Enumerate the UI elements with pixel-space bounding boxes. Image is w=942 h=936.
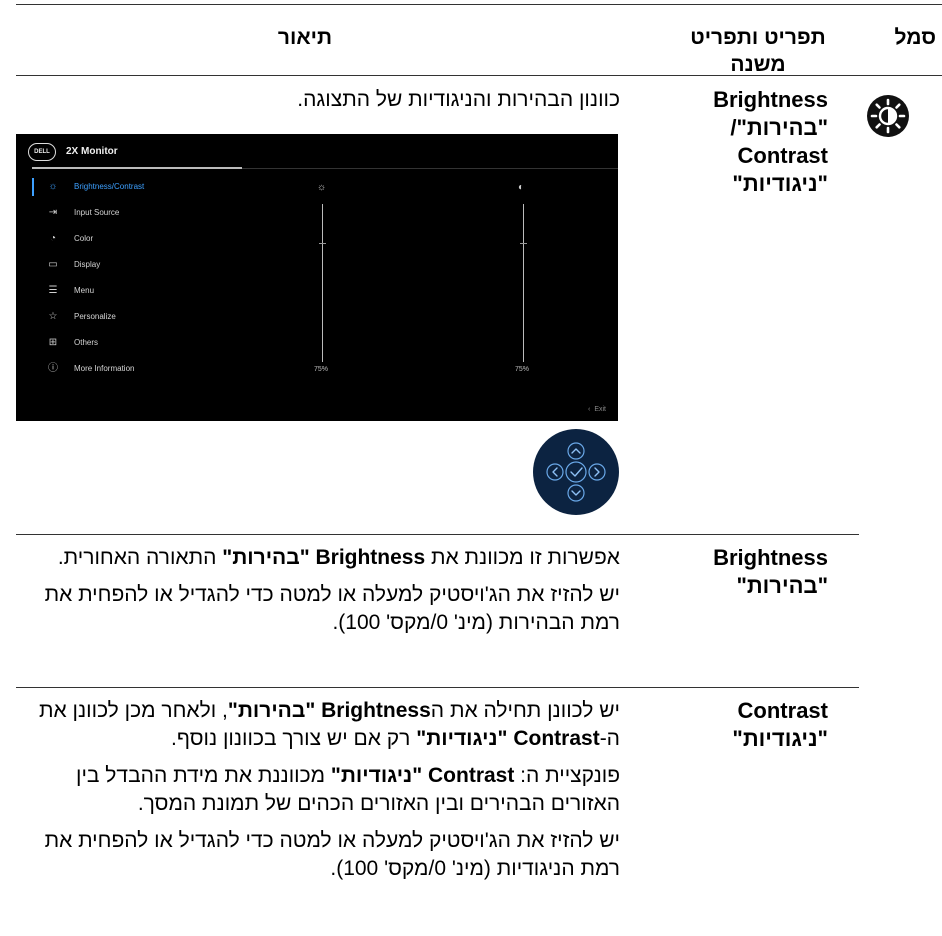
header-icon-column: סמל <box>894 26 936 49</box>
row3-description: יש לכוונן תחילה את הBrightness "בהירות",… <box>18 697 620 892</box>
row2-description: אפשרות זו מכוונת את Brightness "בהירות" … <box>18 544 620 646</box>
osd-item-label: Personalize <box>74 312 116 321</box>
header-menu-column: תפריט ותפריט משנה <box>668 24 848 78</box>
joystick-illustration <box>532 428 620 516</box>
text-run: אפשרות זו מכוונת את <box>425 546 620 569</box>
row2-menu-name: Brightness "בהירות" <box>668 544 828 600</box>
osd-item-label: Brightness/Contrast <box>74 182 145 191</box>
header-top-rule <box>16 4 942 5</box>
osd-item-menu[interactable]: ☰ Menu <box>32 280 242 302</box>
osd-item-label: Input Source <box>74 208 120 217</box>
row3-menu-line: Contrast <box>737 698 828 723</box>
brightness-value: 75% <box>314 366 329 373</box>
osd-divider <box>242 168 618 169</box>
header-menu-line2: משנה <box>730 53 786 76</box>
dell-logo: DELL <box>28 143 56 161</box>
osd-item-display[interactable]: ▭ Display <box>32 254 242 276</box>
contrast-slider-icon: ◐ <box>518 182 525 193</box>
info-icon: ⓘ <box>48 363 58 374</box>
star-icon: ☆ <box>48 311 58 322</box>
text-run: יש לכוונן תחילה את ה <box>430 699 620 722</box>
row1-menu-line: Brightness <box>713 87 828 112</box>
osd-item-input-source[interactable]: ⇥ Input Source <box>32 202 242 224</box>
others-icon: ⊞ <box>48 337 58 348</box>
contrast-slider[interactable] <box>523 204 524 362</box>
row2-paragraph-2: יש להזיז את הג'ויסטיק למעלה או למטה כדי … <box>44 583 620 634</box>
brightness-slider-handle[interactable] <box>319 243 326 244</box>
osd-divider <box>32 167 242 169</box>
header-bottom-rule <box>16 75 942 76</box>
osd-item-personalize[interactable]: ☆ Personalize <box>32 306 242 328</box>
display-icon: ▭ <box>48 259 58 270</box>
contrast-value: 75% <box>515 366 530 373</box>
palette-icon: ◔ <box>49 233 57 244</box>
row2-bottom-rule <box>16 687 859 688</box>
osd-menu-screenshot: DELL 2X Monitor ☼ Brightness/Contrast ⇥ … <box>16 134 618 421</box>
bold-term: Brightness "בהירות" <box>222 546 426 569</box>
exit-label: Exit <box>594 406 606 413</box>
row1-menu-line: "בהירות"/ <box>730 115 828 140</box>
brightness-contrast-icon <box>866 94 910 138</box>
header-description-column: תיאור <box>277 26 333 49</box>
osd-exit-button[interactable]: ‹ Exit <box>588 406 606 413</box>
osd-item-others[interactable]: ⊞ Others <box>32 332 242 354</box>
bold-term: Contrast "ניגודיות" <box>416 727 600 750</box>
osd-item-label: Color <box>74 234 94 243</box>
menu-icon: ☰ <box>48 285 58 296</box>
bold-term: Brightness "בהירות" <box>227 699 431 722</box>
row3-paragraph-2: פונקציית ה: Contrast "ניגודיות" מכווננת … <box>18 762 620 818</box>
osd-item-label: Menu <box>74 286 95 295</box>
row1-bottom-rule <box>16 534 859 535</box>
osd-title: 2X Monitor <box>66 146 118 157</box>
text-run: התאורה האחורית. <box>57 546 223 569</box>
text-run: רק אם יש צורך בכוונון נוסף. <box>171 727 417 750</box>
osd-item-label: Display <box>74 260 101 269</box>
row1-menu-line: "ניגודיות" <box>732 171 828 196</box>
row1-menu-name: Brightness "בהירות"/ Contrast "ניגודיות" <box>668 86 828 198</box>
chevron-left-icon: ‹ <box>587 406 591 413</box>
osd-item-color[interactable]: ◔ Color <box>32 228 242 250</box>
bold-term: Contrast "ניגודיות" <box>330 764 515 787</box>
row3-paragraph-1: יש לכוונן תחילה את הBrightness "בהירות",… <box>18 697 620 753</box>
row1-menu-line: Contrast <box>737 143 828 168</box>
contrast-slider-handle[interactable] <box>520 243 527 244</box>
row3-paragraph-3: יש להזיז את הג'ויסטיק למעלה או למטה כדי … <box>44 829 620 880</box>
row2-menu-line: "בהירות" <box>736 573 828 598</box>
osd-item-more-information[interactable]: ⓘ More Information <box>32 358 242 380</box>
row2-menu-line: Brightness <box>713 545 828 570</box>
row2-paragraph-1: אפשרות זו מכוונת את Brightness "בהירות" … <box>18 544 620 572</box>
sun-icon: ☼ <box>48 181 58 192</box>
osd-item-label: More Information <box>74 364 135 373</box>
osd-item-brightness-contrast[interactable]: ☼ Brightness/Contrast <box>32 176 242 198</box>
row1-description: כוונון הבהירות והניגודיות של התצוגה. <box>297 88 620 111</box>
row3-menu-name: Contrast "ניגודיות" <box>668 697 828 753</box>
osd-item-label: Others <box>74 338 99 347</box>
input-icon: ⇥ <box>48 207 58 218</box>
row3-menu-line: "ניגודיות" <box>732 726 828 751</box>
brightness-slider[interactable] <box>322 204 323 362</box>
header-menu-line1: תפריט ותפריט <box>690 26 826 49</box>
brightness-slider-sun-icon: ☼ <box>317 182 327 193</box>
text-run: פונקציית ה: <box>514 764 620 787</box>
